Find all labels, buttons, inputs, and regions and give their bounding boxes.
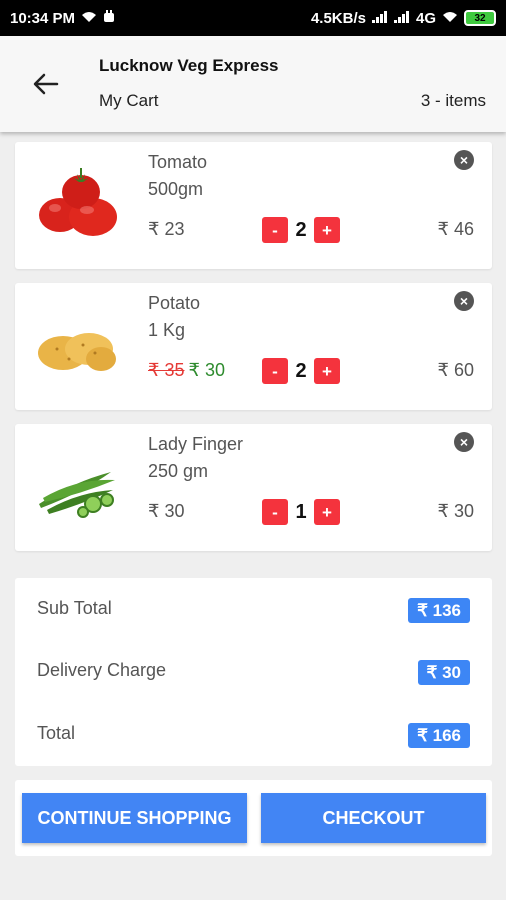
battery-icon: 32	[464, 10, 496, 26]
sub-total-badge: ₹ 136	[408, 598, 470, 623]
product-name: Potato	[148, 293, 201, 313]
status-bar: 10:34 PM 4.5KB/s 4G 32	[0, 0, 506, 36]
product-price: ₹ 35 ₹ 30	[148, 360, 225, 381]
cart-item-tomato: Tomato 500gm ₹ 23 × - 2 + ₹ 46	[15, 142, 492, 269]
network-speed: 4.5KB/s	[310, 9, 366, 27]
item-total: ₹ 46	[437, 219, 474, 239]
items-count: 3 - items	[420, 91, 486, 110]
product-price: ₹ 23	[148, 219, 185, 239]
quantity-stepper: - 2 +	[262, 358, 340, 384]
decrease-button[interactable]: -	[262, 499, 288, 525]
increase-button[interactable]: +	[314, 217, 340, 243]
old-price: ₹ 35	[148, 360, 185, 380]
page-title: My Cart	[99, 91, 159, 110]
quantity-stepper: - 2 +	[262, 217, 340, 243]
continue-shopping-button[interactable]: CONTINUE SHOPPING	[22, 793, 247, 843]
product-name: Lady Finger	[148, 434, 244, 454]
decrease-button[interactable]: -	[262, 217, 288, 243]
checkout-button[interactable]: CHECKOUT	[261, 793, 486, 843]
status-time: 10:34 PM	[10, 9, 76, 27]
product-name: Tomato	[148, 152, 208, 172]
signal-icon-2	[393, 10, 410, 27]
total-badge: ₹ 166	[408, 723, 470, 748]
back-arrow-icon	[33, 73, 59, 95]
delivery-charge-label: Delivery Charge	[37, 660, 167, 680]
cart-item-potato: Potato 1 Kg ₹ 35 ₹ 30 × - 2 + ₹ 60	[15, 283, 492, 410]
remove-item-icon[interactable]: ×	[454, 150, 474, 170]
remove-item-icon[interactable]: ×	[454, 432, 474, 452]
action-bar: CONTINUE SHOPPING CHECKOUT	[15, 780, 492, 856]
delivery-charge-badge: ₹ 30	[417, 660, 470, 685]
increase-button[interactable]: +	[314, 358, 340, 384]
total-label: Total	[37, 723, 76, 743]
quantity-stepper: - 1 +	[262, 499, 340, 525]
wifi-icon	[442, 10, 458, 27]
product-quantity: 500gm	[148, 179, 204, 199]
store-name: Lucknow Veg Express	[99, 56, 279, 75]
network-type: 4G	[415, 9, 436, 27]
item-count: 1	[295, 500, 307, 523]
remove-item-icon[interactable]: ×	[454, 291, 474, 311]
item-count: 2	[295, 218, 307, 241]
cart-item-lady-finger: Lady Finger 250 gm ₹ 30 × - 1 + ₹ 30	[15, 424, 492, 551]
item-count: 2	[295, 359, 307, 382]
potato-icon	[33, 301, 123, 386]
product-quantity: 1 Kg	[148, 320, 186, 340]
app-bar: Lucknow Veg Express My Cart 3 - items	[0, 36, 506, 132]
sub-total-label: Sub Total	[37, 598, 112, 618]
back-button[interactable]	[26, 66, 66, 102]
wifi-icon	[81, 11, 97, 26]
order-summary: Sub Total ₹ 136 Delivery Charge ₹ 30 Tot…	[15, 578, 492, 766]
product-price: ₹ 30	[148, 501, 185, 521]
battery-level: 32	[474, 12, 486, 24]
item-total: ₹ 60	[437, 360, 474, 380]
increase-button[interactable]: +	[314, 499, 340, 525]
tomato-icon	[33, 160, 123, 245]
decrease-button[interactable]: -	[262, 358, 288, 384]
product-quantity: 250 gm	[148, 461, 209, 481]
notification-icon	[103, 10, 115, 26]
item-total: ₹ 30	[437, 501, 474, 521]
signal-icon	[371, 10, 388, 27]
discounted-price: ₹ 30	[188, 360, 225, 380]
lady-finger-icon	[33, 442, 123, 527]
